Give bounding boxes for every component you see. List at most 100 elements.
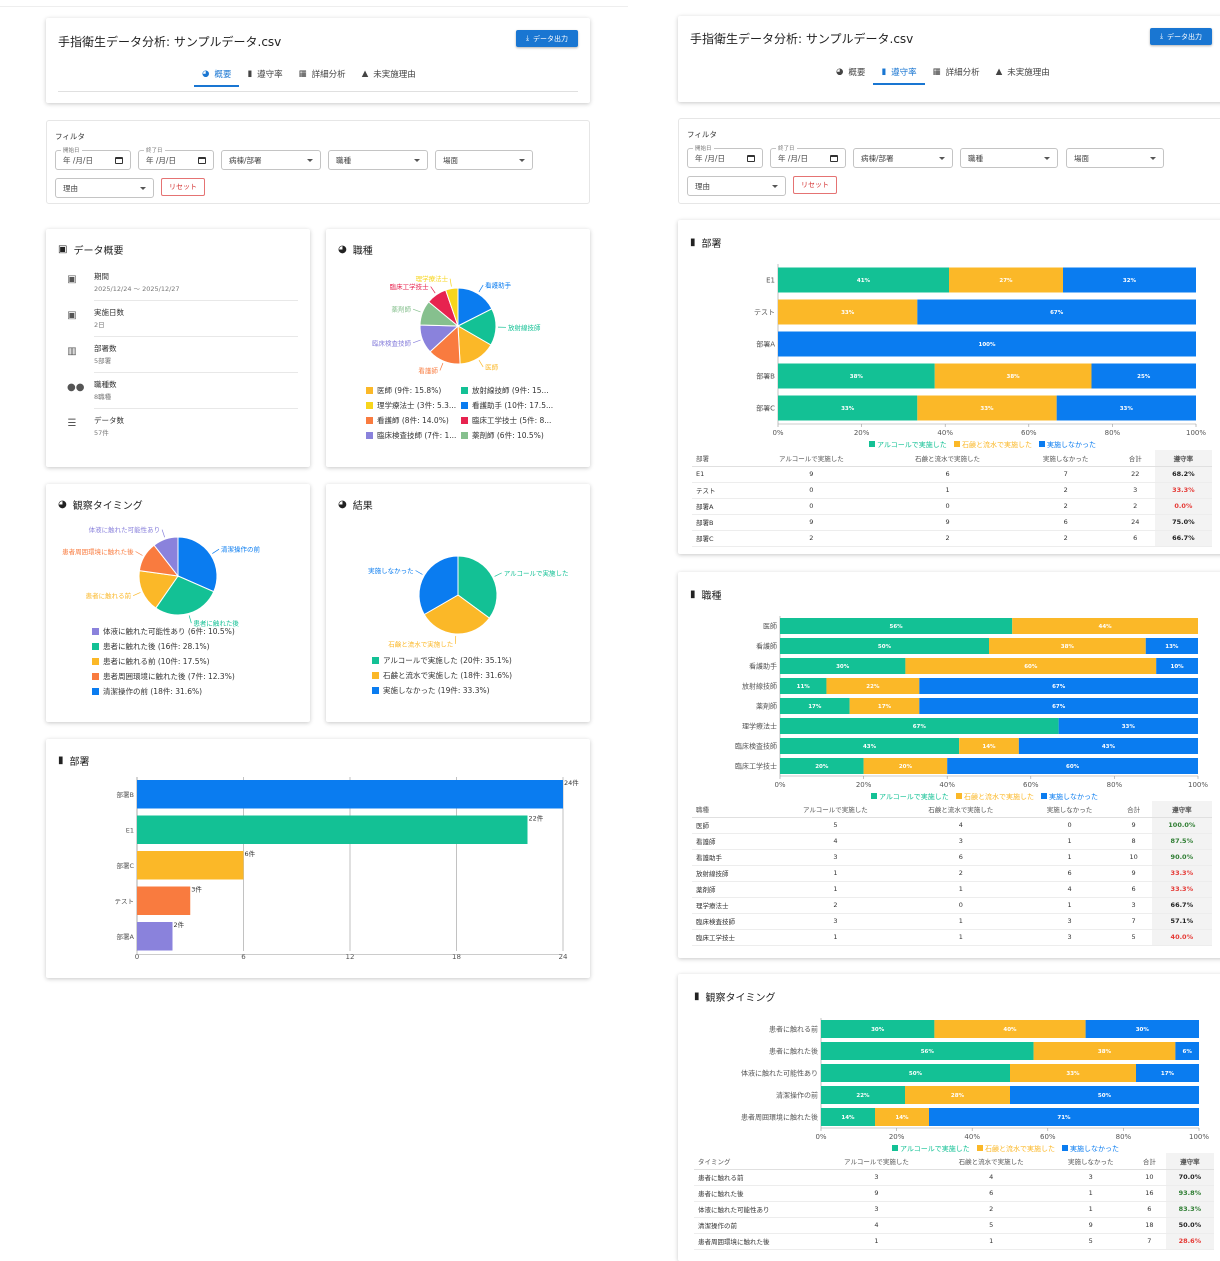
people-icon: ●●: [67, 382, 85, 393]
column-header: 合計: [1132, 1153, 1166, 1170]
legend-item[interactable]: 患者に触れた後 (16件: 28.1%): [92, 639, 235, 654]
reason-select[interactable]: 理由: [687, 176, 786, 196]
job-pie-legend: 医師 (9件: 15.8%) 放射線技師 (9件: 15... 理学療法士 (3件:…: [366, 383, 561, 443]
dept-rate-chart: 0% 20% 40% 60% 80% 100% E1 41% 27% 32% テスト 33% 67% 部署…: [754, 264, 1206, 449]
table-cell: 1: [898, 929, 1024, 946]
column-header: アルコールで実施した: [743, 450, 880, 467]
export-button-2[interactable]: ⤓ データ出力: [1150, 28, 1212, 45]
bar-chart-icon: ▮: [694, 991, 700, 1002]
legend-label: アルコールで実施した: [900, 1144, 970, 1153]
tab-detail[interactable]: ▦ 詳細分析: [291, 63, 354, 85]
tab-reasons[interactable]: ▲ 未実施理由: [988, 61, 1058, 83]
table-row: 患者周囲環境に触れた後 1 1 5 7 28.6%: [694, 1233, 1214, 1250]
end-date-input[interactable]: 終了日年 /月/日: [138, 146, 214, 170]
legend-item[interactable]: 石鹸と流水で実施した (18件: 31.6%): [372, 668, 512, 683]
chevron-down-icon: [1044, 157, 1050, 160]
table-cell: 6: [1115, 530, 1155, 547]
legend-item[interactable]: 患者周囲環境に触れた後 (7件: 12.3%): [92, 669, 235, 684]
ward-select[interactable]: 病棟/部署: [853, 148, 953, 168]
end-date-input[interactable]: 終了日年 /月/日: [770, 144, 846, 168]
table-cell: 57.1%: [1151, 913, 1212, 930]
legend-item[interactable]: 看護師 (8件: 14.0%): [366, 413, 461, 428]
bar-value-label: 6件: [245, 849, 256, 858]
legend-item[interactable]: 臨床工学技士 (5件: 8...: [461, 413, 561, 428]
legend-item[interactable]: 理学療法士 (3件: 5.3...: [366, 398, 461, 413]
legend-label: アルコールで実施した (20件: 35.1%): [383, 656, 512, 665]
scene-select[interactable]: 場面: [435, 150, 533, 170]
tab-overview[interactable]: ◕ 概要: [194, 63, 240, 87]
start-date-input[interactable]: 開始日年 /月/日: [687, 144, 763, 168]
tab-compliance[interactable]: ▮ 遵守率: [873, 61, 925, 85]
export-button[interactable]: ⤓ データ出力: [516, 30, 578, 47]
pie-icon: ◕: [338, 244, 347, 255]
result-pie-heading: 結果: [352, 501, 373, 512]
start-date-input[interactable]: 開始日年 /月/日: [55, 146, 131, 170]
segment-percent-label: 22%: [856, 1093, 870, 1099]
bar: [137, 922, 173, 951]
table-cell: 5: [1115, 929, 1152, 946]
legend-swatch: [461, 402, 468, 409]
x-tick-label: 80%: [1105, 429, 1121, 437]
filter-heading: フィルタ: [55, 132, 85, 141]
pie-slice-label: 石鹸と流水で実施した: [388, 639, 453, 648]
job-select[interactable]: 職種: [960, 148, 1058, 168]
dept-count-card: ▮ 部署 0 6 12 18 24 部署B 24件 E1 22件 部署C 6件 テスト 3件 部署A 2件: [46, 739, 590, 978]
table-cell: 5: [772, 817, 899, 834]
x-tick-label: 80%: [1107, 781, 1123, 789]
legend-item[interactable]: 体液に触れた可能性あり (6件: 10.5%): [92, 624, 235, 639]
legend-item[interactable]: アルコールで実施した (20件: 35.1%): [372, 653, 512, 668]
legend-item[interactable]: 看護助手 (10件: 17.5...: [461, 398, 561, 413]
timing-pie-card: ◕ 観察タイミング 清潔操作の前 患者に触れた後 患者に触れる前 患者周囲環境に触れた後…: [46, 484, 310, 722]
y-tick-label: 患者に触れた後: [769, 1047, 818, 1056]
reset-button[interactable]: リセット: [793, 176, 837, 194]
legend-item[interactable]: 清潔操作の前 (18件: 31.6%): [92, 684, 235, 699]
table-cell: 3: [898, 833, 1024, 850]
table-cell: 6: [1115, 881, 1152, 898]
legend-swatch: [1039, 441, 1045, 447]
dept-rate-table: 部署 アルコールで実施した 石鹸と流水で実施した 実施しなかった 合計 遵守率 E1 9 6 7 2…: [692, 450, 1212, 547]
y-tick-label: 薬剤師: [756, 702, 777, 711]
legend-item[interactable]: 患者に触れる前 (10件: 17.5%): [92, 654, 235, 669]
legend-item[interactable]: 臨床検査技師 (7件: 1...: [366, 428, 461, 443]
bar: [137, 815, 528, 844]
segment-percent-label: 20%: [815, 764, 829, 770]
job-select[interactable]: 職種: [328, 150, 428, 170]
column-header: 石鹸と流水で実施した: [933, 1153, 1049, 1170]
tab-compliance[interactable]: ▮ 遵守率: [239, 63, 290, 85]
legend-item[interactable]: 医師 (9件: 15.8%): [366, 383, 461, 398]
table-cell: 68.2%: [1154, 466, 1212, 483]
bar-value-label: 24件: [564, 778, 579, 787]
table-icon: ▦: [298, 69, 307, 79]
pie-leader-line: [415, 570, 423, 575]
table-cell: 4: [933, 1169, 1049, 1186]
segment-percent-label: 40%: [1003, 1027, 1017, 1033]
timing-pie-heading: 観察タイミング: [72, 501, 143, 512]
table-cell: 医師: [692, 817, 773, 834]
chevron-down-icon: [772, 185, 778, 188]
table-cell: 2: [898, 865, 1024, 882]
scene-select[interactable]: 場面: [1066, 148, 1164, 168]
segment-percent-label: 67%: [913, 724, 927, 730]
table-cell: 3: [1023, 913, 1116, 930]
tab-detail[interactable]: ▦ 詳細分析: [925, 61, 988, 83]
segment-percent-label: 14%: [841, 1115, 855, 1121]
legend-label: 実施しなかった: [1049, 792, 1098, 801]
reason-select[interactable]: 理由: [55, 178, 154, 198]
legend-swatch: [366, 417, 373, 424]
tab-overview[interactable]: ◕ 概要: [828, 61, 873, 83]
legend-item[interactable]: 実施しなかった (19件: 33.3%): [372, 683, 512, 698]
legend-item[interactable]: 放射線技師 (9件: 15...: [461, 383, 561, 398]
table-cell: 33.3%: [1154, 482, 1212, 499]
table-row: 部署B 9 9 6 24 75.0%: [692, 514, 1212, 531]
pie-slice-label: 患者周囲環境に触れた後: [62, 547, 134, 556]
chevron-down-icon: [1150, 157, 1156, 160]
segment-percent-label: 67%: [1052, 684, 1066, 690]
segment-percent-label: 30%: [871, 1027, 885, 1033]
reset-button[interactable]: リセット: [161, 178, 205, 196]
segment-percent-label: 11%: [797, 684, 811, 690]
ward-select[interactable]: 病棟/部署: [221, 150, 321, 170]
segment-percent-label: 50%: [1098, 1093, 1112, 1099]
legend-item[interactable]: 薬剤師 (6件: 10.5%): [461, 428, 561, 443]
tab-reasons[interactable]: ▲ 未実施理由: [354, 63, 424, 85]
table-cell: 9: [819, 1185, 934, 1202]
